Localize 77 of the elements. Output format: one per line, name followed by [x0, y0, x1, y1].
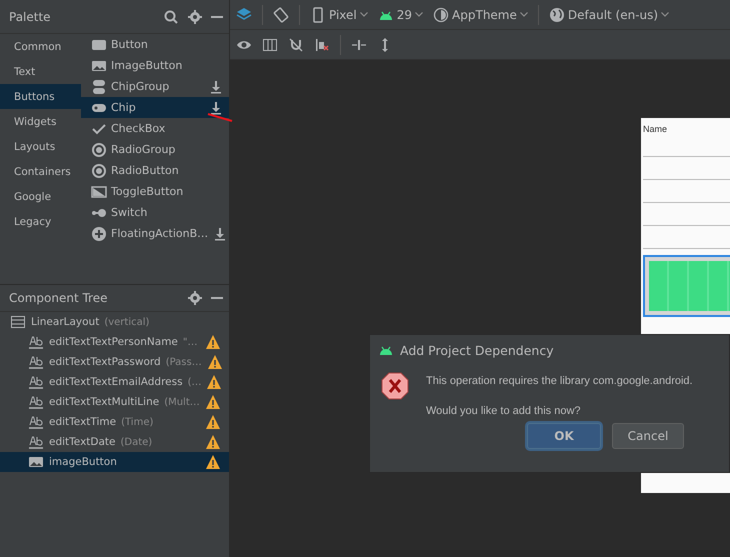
- caret-icon: [520, 12, 528, 17]
- layout-icon: [10, 314, 26, 330]
- globe-icon: [548, 6, 565, 22]
- caret-icon: [661, 12, 670, 17]
- dialog-button[interactable]: Cancel: [612, 423, 684, 449]
- warning-icon: [205, 454, 221, 470]
- palette-category[interactable]: Containers: [0, 159, 81, 184]
- warning-icon: [206, 374, 222, 390]
- text-field-icon: [28, 374, 44, 390]
- radio-button-icon: [91, 162, 107, 178]
- palette-category[interactable]: Google: [0, 184, 81, 209]
- palette-item[interactable]: RadioGroup: [81, 139, 229, 160]
- dialog-button[interactable]: OK: [527, 423, 601, 449]
- palette-category[interactable]: Legacy: [0, 209, 81, 234]
- panel-title: Palette: [9, 10, 52, 24]
- download-icon: [208, 78, 224, 94]
- text-field-icon: [28, 394, 44, 410]
- palette-category[interactable]: Buttons: [0, 84, 81, 109]
- palette-category[interactable]: Widgets: [0, 109, 81, 134]
- palette-item[interactable]: ChipGroup: [81, 76, 229, 97]
- magnet-off-icon: [288, 36, 304, 52]
- palette-item[interactable]: CheckBox: [81, 118, 229, 139]
- plus-circle-icon: [91, 226, 107, 242]
- rotate-icon: [273, 6, 289, 22]
- palette-item[interactable]: Chip: [81, 97, 229, 118]
- toggle-icon: [91, 184, 107, 200]
- tree-item[interactable]: editTextTextMultiLine (Mult…: [0, 392, 229, 412]
- radio-button-icon: [91, 142, 107, 158]
- panel-title: Component Tree: [9, 291, 108, 305]
- warning-icon: [205, 414, 221, 430]
- search-icon: [163, 8, 179, 24]
- text-field-icon: [28, 354, 44, 370]
- theme-dropdown[interactable]: AppTheme: [433, 6, 528, 22]
- text-field-icon: [28, 434, 44, 450]
- api-dropdown[interactable]: 29: [378, 6, 424, 22]
- download-icon: [208, 100, 224, 116]
- caret-icon: [360, 12, 368, 17]
- layers-icon: [236, 6, 252, 22]
- palette-item[interactable]: RadioButton: [81, 160, 229, 181]
- tree-item[interactable]: editTextTextEmailAddress (…: [0, 372, 229, 392]
- settings-icon: [187, 8, 203, 24]
- caret-icon: [415, 12, 424, 17]
- warning-icon: [205, 334, 221, 350]
- tree-item[interactable]: editTextTextPassword (Pass…: [0, 352, 229, 372]
- tree-item[interactable]: imageButton: [0, 452, 229, 472]
- tree-item[interactable]: editTextDate (Date): [0, 432, 229, 452]
- dialog-question: Would you like to add this now?: [426, 405, 582, 417]
- preview-label: Name: [643, 124, 668, 134]
- clear-constraints-icon: [314, 36, 330, 52]
- settings-icon: [187, 290, 203, 306]
- device-dropdown[interactable]: Pixel: [310, 6, 368, 22]
- palette-item[interactable]: ToggleButton: [81, 181, 229, 202]
- columns-icon: [262, 36, 278, 52]
- chip-group-icon: [91, 78, 107, 94]
- palette-category[interactable]: Layouts: [0, 134, 81, 159]
- warning-icon: [205, 434, 221, 450]
- locale-dropdown[interactable]: Default (en-us): [548, 6, 670, 22]
- tree-item[interactable]: editTextTextPersonName "…: [0, 332, 229, 352]
- palette-category[interactable]: Text: [0, 59, 81, 84]
- warning-icon: [206, 354, 223, 370]
- palette-item[interactable]: ImageButton: [81, 55, 229, 76]
- text-field-icon: [28, 334, 44, 350]
- dialog-title: Add Project Dependency: [400, 342, 554, 358]
- palette-item[interactable]: FloatingActionB…: [81, 223, 229, 244]
- minimize-icon[interactable]: [211, 16, 223, 18]
- palette-item[interactable]: Switch: [81, 202, 229, 223]
- text-field-icon: [28, 414, 44, 430]
- dialog-message: This operation requires the library com.google.android.: [426, 375, 693, 387]
- error-icon: [380, 371, 410, 401]
- palette-category[interactable]: Common: [0, 34, 81, 59]
- warning-icon: [205, 394, 221, 410]
- tree-item[interactable]: LinearLayout (vertical): [0, 312, 229, 332]
- tree-item[interactable]: editTextTime (Time): [0, 412, 229, 432]
- annotation-stroke: [207, 112, 233, 122]
- palette-item[interactable]: Button: [81, 34, 229, 55]
- theme-icon: [433, 6, 450, 22]
- image-icon: [28, 454, 44, 470]
